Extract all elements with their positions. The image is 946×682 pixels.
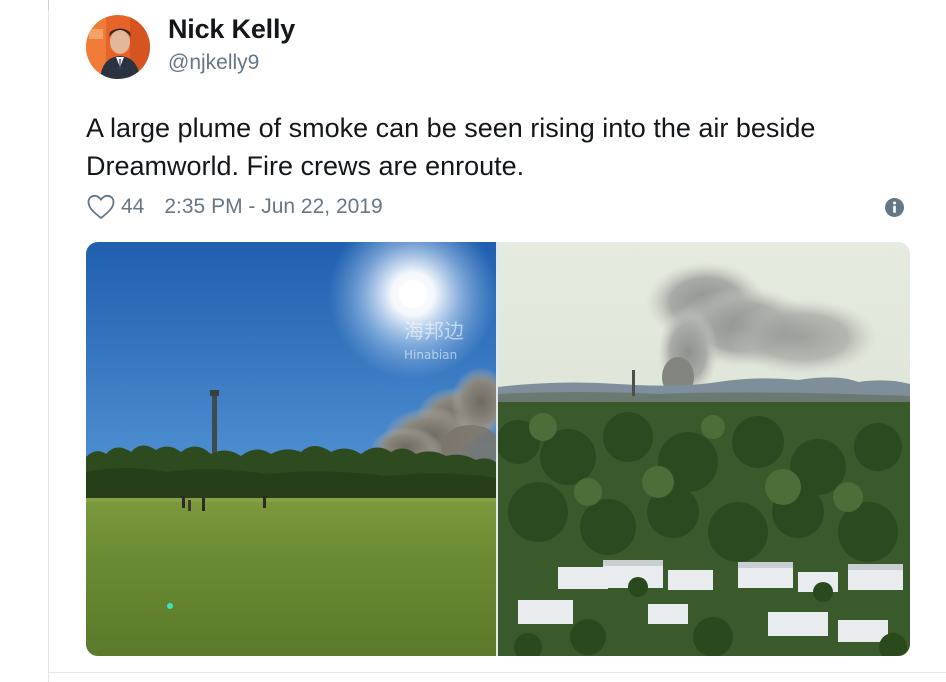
tweet-text: A large plume of smoke can be seen risin…: [86, 109, 886, 185]
like-count[interactable]: 44: [121, 195, 144, 219]
thread-divider: [48, 0, 49, 682]
author-name[interactable]: Nick Kelly: [168, 14, 295, 45]
tweet-timestamp[interactable]: 2:35 PM - Jun 22, 2019: [164, 195, 382, 219]
watermark-en: Hinabian: [404, 348, 457, 362]
heart-outline-icon[interactable]: [86, 192, 116, 222]
thread-connector: [48, 0, 49, 10]
tweet-bottom-divider: [48, 672, 946, 673]
tweet-meta: 44 2:35 PM - Jun 22, 2019: [86, 192, 383, 222]
author-handle[interactable]: @njkelly9: [168, 51, 259, 75]
tweet-text-line: A large plume of smoke can be seen risin…: [86, 113, 816, 143]
photo-suburb-smoke[interactable]: [498, 242, 910, 656]
author-avatar[interactable]: [86, 15, 150, 79]
watermark-cn: 海邦边: [404, 319, 464, 343]
tweet-page: Nick Kelly @njkelly9 A large plume of sm…: [0, 0, 946, 682]
info-circle-icon[interactable]: [884, 197, 905, 218]
photo-field-smoke[interactable]: 海邦边 Hinabian: [86, 242, 496, 656]
tweet-media: 海邦边 Hinabian: [86, 242, 910, 656]
tweet-text-line: Dreamworld. Fire crews are enroute.: [86, 151, 525, 181]
